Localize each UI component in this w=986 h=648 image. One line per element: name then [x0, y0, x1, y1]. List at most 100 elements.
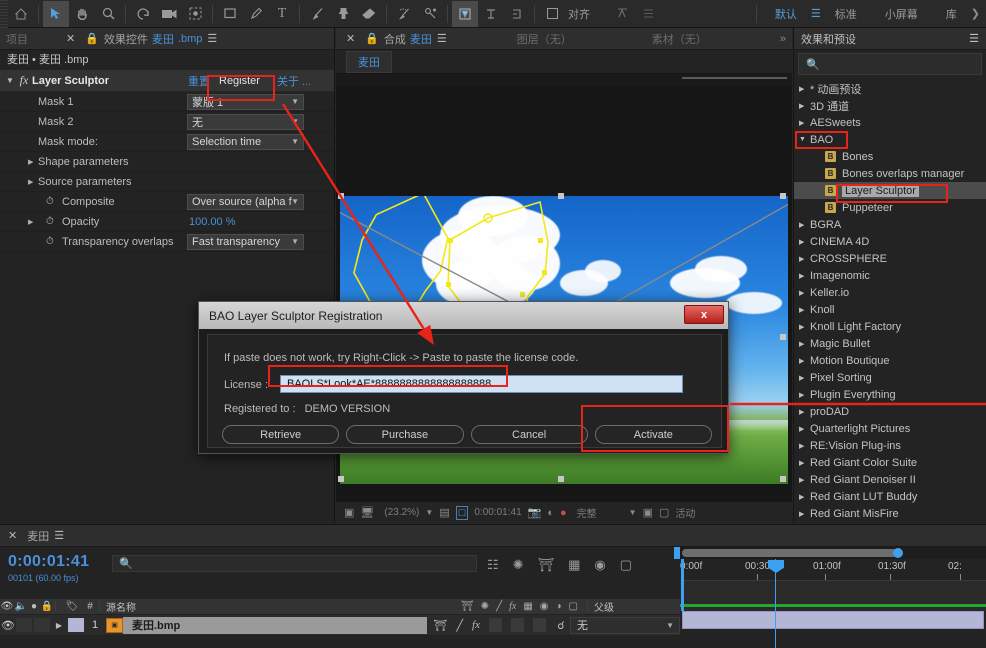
cancel-button[interactable]: Cancel — [470, 425, 588, 444]
property-row-composite[interactable]: ⏱ Composite Over source (alpha f ▼ — [0, 192, 334, 212]
triangle-right-icon[interactable]: ▶ — [799, 221, 810, 229]
triangle-right-icon[interactable]: ▶ — [799, 289, 810, 297]
activate-button[interactable]: Activate — [594, 425, 712, 444]
dialog-titlebar[interactable]: BAO Layer Sculptor Registration x — [199, 302, 728, 329]
triangle-right-icon[interactable]: ▶ — [799, 340, 810, 348]
frame-blending-icon[interactable]: ▦ — [568, 557, 580, 573]
triangle-right-icon[interactable]: ▶ — [799, 85, 810, 93]
opacity-value[interactable]: 100.00 % — [189, 216, 235, 228]
triangle-down-icon[interactable]: ▼ — [799, 136, 810, 143]
effects-folder-row[interactable]: ▶ Knoll — [794, 301, 986, 318]
tab-project[interactable]: 项目 — [6, 31, 28, 47]
registration-dialog[interactable]: BAO Layer Sculptor Registration x If pas… — [198, 301, 729, 454]
effects-folder-row[interactable]: ▶ RE:Vision Plug-ins — [794, 437, 986, 454]
triangle-right-icon[interactable]: ▶ — [799, 119, 810, 127]
type-tool-icon[interactable]: T — [269, 1, 295, 27]
chevron-down-icon[interactable]: ▼ — [629, 508, 637, 517]
triangle-right-icon[interactable]: ▶ — [799, 391, 810, 399]
effects-folder-row[interactable]: ▶ * 动画预设 — [794, 80, 986, 97]
property-row-opacity[interactable]: ▶ ⏱ Opacity 100.00 % — [0, 212, 334, 232]
panel-menu-icon[interactable]: ☰ — [207, 32, 217, 45]
triangle-right-icon[interactable]: ▶ — [799, 459, 810, 467]
property-group-source-parameters[interactable]: ▶ Source parameters — [0, 172, 334, 192]
puppet-tool-icon[interactable] — [417, 1, 443, 27]
tab-effect-controls[interactable]: 效果控件 麦田 .bmp — [104, 31, 202, 47]
effects-item-row[interactable]: B Bones overlaps manager — [794, 165, 986, 182]
selection-handle[interactable] — [338, 476, 344, 482]
triangle-right-icon[interactable]: ▶ — [799, 425, 810, 433]
composition-timecode[interactable]: 0:00:01:41 — [474, 507, 521, 518]
tab-layer[interactable]: 图层（无） — [517, 31, 572, 47]
close-icon[interactable]: ✕ — [346, 32, 355, 45]
quality-icon[interactable]: ╱ — [456, 619, 463, 632]
shape-tool-icon[interactable] — [217, 1, 243, 27]
triangle-right-icon[interactable]: ▶ — [799, 357, 810, 365]
shy-icon[interactable]: ⛩ — [433, 619, 447, 632]
motion-blur-icon[interactable]: ◉ — [594, 557, 605, 573]
graph-editor-icon[interactable]: ▢ — [620, 557, 632, 573]
double-chevron-right-icon[interactable]: » — [780, 33, 792, 45]
show-snapshot-icon[interactable]: ◐ — [547, 507, 554, 519]
about-link[interactable]: 关于 ... — [277, 73, 311, 89]
triangle-right-icon[interactable]: ▶ — [799, 493, 810, 501]
triangle-right-icon[interactable]: ▶ — [799, 102, 810, 110]
composition-chip[interactable]: 麦田 — [346, 50, 392, 73]
monitor-icon[interactable]: 🖥 — [360, 506, 374, 519]
triangle-right-icon[interactable]: ▶ — [799, 374, 810, 382]
layer-name[interactable]: 麦田.bmp — [123, 616, 428, 634]
effects-folder-row[interactable]: ▶ Imagenomic — [794, 267, 986, 284]
transparency-overlaps-dropdown[interactable]: Fast transparency ▼ — [187, 233, 304, 250]
effects-folder-row[interactable]: ▶ Red Giant Color Suite — [794, 454, 986, 471]
stopwatch-icon[interactable]: ⏱ — [46, 236, 54, 247]
draft-3d-icon[interactable]: ✺ — [513, 557, 524, 573]
stopwatch-icon[interactable]: ⏱ — [46, 216, 54, 227]
triangle-right-icon[interactable]: ▶ — [28, 218, 33, 226]
brush-tool-icon[interactable] — [304, 1, 330, 27]
toolbar-grip[interactable] — [0, 0, 8, 28]
zoom-level[interactable]: (23.2%) — [384, 507, 419, 518]
timeline-current-time[interactable]: 0:00:01:41 — [8, 553, 89, 571]
property-row-mask-mode[interactable]: Mask mode: Selection time ▼ — [0, 132, 334, 152]
selection-handle[interactable] — [558, 476, 564, 482]
align-left-icon[interactable] — [452, 0, 478, 27]
retrieve-button[interactable]: Retrieve — [222, 425, 340, 444]
property-row-transparency-overlaps[interactable]: ⏱ Transparency overlaps Fast transparenc… — [0, 232, 334, 252]
effects-folder-row[interactable]: ▶ proDAD — [794, 403, 986, 420]
reset-link[interactable]: 重置 — [188, 73, 210, 89]
workspace-small-screen[interactable]: 小屏幕 — [871, 6, 932, 22]
triangle-right-icon[interactable]: ▶ — [28, 178, 33, 186]
composition-mini-flowchart-icon[interactable]: ☷ — [487, 557, 499, 573]
composite-dropdown[interactable]: Over source (alpha f ▼ — [187, 193, 304, 210]
close-icon[interactable]: ✕ — [8, 529, 17, 542]
transparency-grid-icon[interactable]: ▣ — [643, 506, 653, 519]
triangle-right-icon[interactable]: ▶ — [799, 442, 810, 450]
selection-handle[interactable] — [338, 193, 344, 199]
timeline-scroll-thumb[interactable] — [682, 549, 897, 557]
panel-menu-icon[interactable]: ☰ — [969, 32, 979, 45]
effect-header-layer-sculptor[interactable]: ▼ fx Layer Sculptor 重置 Register 关于 ... — [0, 70, 334, 92]
align-right-icon[interactable] — [504, 1, 530, 27]
effects-folder-row[interactable]: ▶ Motion Boutique — [794, 352, 986, 369]
effects-folder-row[interactable]: ▶ Knoll Light Factory — [794, 318, 986, 335]
timeline-search-input[interactable]: 🔍 — [112, 555, 477, 572]
triangle-right-icon[interactable]: ▶ — [799, 255, 810, 263]
workspace-overflow-chevron-right-icon[interactable]: ❯ — [971, 7, 986, 20]
panel-menu-icon[interactable]: ☰ — [437, 32, 447, 45]
triangle-right-icon[interactable]: ▶ — [799, 306, 810, 314]
tab-composition[interactable]: 合成 麦田 — [384, 31, 432, 47]
workspace-menu-icon[interactable]: ☰ — [811, 7, 821, 20]
effects-folder-row[interactable]: ▼ BAO — [794, 131, 986, 148]
license-input[interactable]: BAOLS*Look*AE*8888888888888888888 — [280, 375, 683, 393]
grid-icon[interactable]: ▤ — [439, 506, 449, 519]
camera-tool-icon[interactable] — [156, 1, 182, 27]
active-camera-label[interactable]: 活动 — [675, 505, 695, 520]
clone-stamp-tool-icon[interactable] — [330, 1, 356, 27]
effects-folder-row[interactable]: ▶ Keller.io — [794, 284, 986, 301]
hide-shy-layers-icon[interactable]: ⛩ — [538, 557, 555, 573]
3d-view-icon[interactable]: ▢ — [659, 506, 669, 519]
camera-icon[interactable]: 📷 — [528, 506, 542, 519]
mask-mode-dropdown[interactable]: Selection time ▼ — [187, 133, 304, 150]
triangle-right-icon[interactable]: ▶ — [799, 323, 810, 331]
zoom-tool-icon[interactable] — [95, 1, 121, 27]
workspace-default[interactable]: 默认 — [761, 6, 811, 22]
